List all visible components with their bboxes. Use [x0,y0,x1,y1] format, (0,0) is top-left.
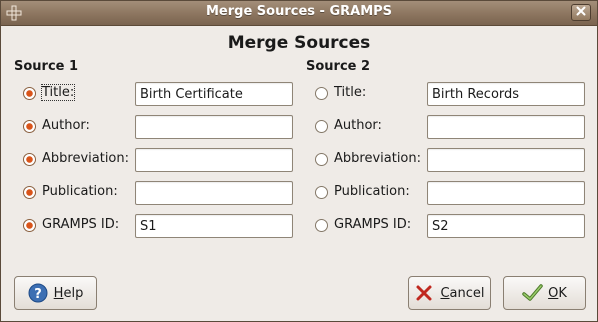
source2-publication-radio[interactable] [315,186,328,199]
source2-gramps-id-option[interactable]: GRAMPS ID: [315,214,425,238]
source1-gramps-id-field[interactable] [135,214,293,238]
close-button[interactable] [571,4,591,21]
cancel-x-icon [414,283,434,303]
ok-button-label: OK [548,285,567,301]
dialog-heading: Merge Sources [227,33,371,53]
source1-gramps-id-radio[interactable] [23,219,36,232]
source1-author-radio[interactable] [23,120,36,133]
source2-publication-field[interactable] [427,181,585,205]
source1-abbreviation-field[interactable] [135,148,293,172]
source2-abbreviation-label: Abbreviation: [334,151,422,166]
svg-text:?: ? [34,287,42,302]
source1-publication-radio[interactable] [23,186,36,199]
source2-title-field[interactable] [427,82,585,106]
source1-author-label: Author: [42,118,90,133]
source1-abbreviation-radio[interactable] [23,153,36,166]
source1-header: Source 1 [14,59,79,74]
source2-publication-option[interactable]: Publication: [315,181,425,205]
source1-author-field[interactable] [135,115,293,139]
source1-gramps-id-label: GRAMPS ID: [42,217,120,232]
source1-title-radio[interactable] [23,87,36,100]
source2-title-label: Title: [334,85,367,100]
source1-author-option[interactable]: Author: [23,115,133,139]
source2-gramps-id-field[interactable] [427,214,585,238]
source2-abbreviation-option[interactable]: Abbreviation: [315,148,425,172]
source1-title-label: Title: [40,84,76,101]
source2-title-radio[interactable] [315,87,328,100]
source2-title-option[interactable]: Title: [315,82,425,106]
help-button-label: Help [53,285,84,301]
cancel-button[interactable]: Cancel [408,276,491,310]
source1-title-option[interactable]: Title: [23,82,133,106]
source1-abbreviation-option[interactable]: Abbreviation: [23,148,133,172]
ok-button[interactable]: OK [503,276,586,310]
ok-check-icon [522,283,543,303]
merge-sources-dialog: Merge Sources - GRAMPS Merge Sources Sou… [0,0,598,322]
source2-gramps-id-radio[interactable] [315,219,328,232]
source2-gramps-id-label: GRAMPS ID: [334,217,412,232]
close-icon [576,5,586,20]
source1-publication-field[interactable] [135,181,293,205]
source2-header: Source 2 [306,59,371,74]
source2-author-option[interactable]: Author: [315,115,425,139]
help-icon: ? [28,283,48,303]
source1-abbreviation-label: Abbreviation: [42,151,130,166]
source2-abbreviation-radio[interactable] [315,153,328,166]
source1-publication-option[interactable]: Publication: [23,181,133,205]
source1-publication-label: Publication: [42,184,118,199]
source2-abbreviation-field[interactable] [427,148,585,172]
title-bar[interactable]: Merge Sources - GRAMPS [1,1,597,26]
source2-author-radio[interactable] [315,120,328,133]
source2-publication-label: Publication: [334,184,410,199]
source2-author-field[interactable] [427,115,585,139]
window-title: Merge Sources - GRAMPS [205,4,393,19]
source2-author-label: Author: [334,118,382,133]
source1-title-field[interactable] [135,82,293,106]
help-button[interactable]: ? Help [14,276,97,310]
cancel-button-label: Cancel [440,285,485,301]
source1-gramps-id-option[interactable]: GRAMPS ID: [23,214,133,238]
